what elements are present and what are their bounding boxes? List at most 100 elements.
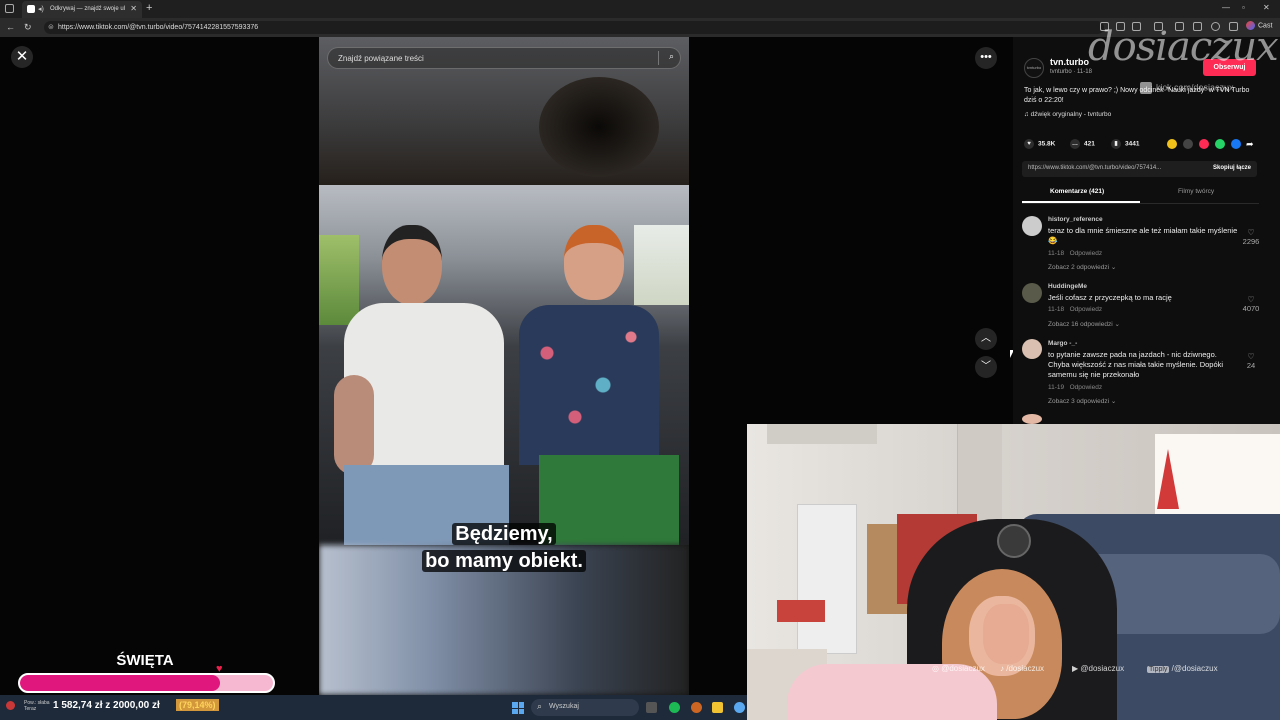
creator-avatar[interactable]: tvnturbo xyxy=(1024,58,1044,78)
comment-text: teraz to dla mnie śmieszne ale też miała… xyxy=(1048,226,1238,245)
goal-percent: (79,14%) xyxy=(176,699,219,711)
heart-icon: ♥ xyxy=(1024,139,1034,149)
maximize-icon[interactable]: ▫ xyxy=(1242,3,1245,12)
instagram-handle: ◎ @dosiaczux xyxy=(932,664,985,673)
view-replies-link[interactable]: Zobacz 3 odpowiedzi ⌄ xyxy=(1048,397,1116,405)
close-tab-icon[interactable]: ✕ xyxy=(130,4,137,13)
heart-icon: ♥ xyxy=(216,663,223,675)
comment-count: 421 xyxy=(1084,140,1095,148)
embed-icon[interactable] xyxy=(1183,139,1193,149)
heart-outline-icon: ♡ xyxy=(1247,228,1255,237)
previous-video-button[interactable]: ︿ xyxy=(975,328,997,350)
comment-button[interactable]: … 421 xyxy=(1070,139,1095,149)
sound-link[interactable]: ♫ dźwięk oryginalny - tvnturbo xyxy=(1024,111,1111,118)
comment-username[interactable]: HuddingeMe xyxy=(1048,283,1087,290)
goal-amount: 1 582,74 zł z 2000,00 zł xyxy=(53,700,160,711)
speaker-icon[interactable]: ◂) xyxy=(38,5,44,13)
url-field[interactable]: ⊜ https://www.tiktok.com/@tvn.turbo/vide… xyxy=(44,21,1104,34)
file-explorer-icon[interactable] xyxy=(712,702,723,713)
like-count: 35.8K xyxy=(1038,140,1056,148)
video-link: https://www.tiktok.com/@tvn.turbo/video/… xyxy=(1028,165,1162,171)
save-button[interactable]: ▮ 3441 xyxy=(1111,139,1139,149)
comment-meta: 11-18 Odpowiedz xyxy=(1048,250,1102,257)
comment-like-button[interactable]: ♡ 4070 xyxy=(1240,295,1262,313)
reply-link[interactable]: Odpowiedz xyxy=(1070,384,1103,391)
spotify-icon[interactable] xyxy=(669,702,680,713)
browser-tab-bar: ◂) Odkrywaj — znajdź swoje ul ✕ + — ▫ ✕ xyxy=(0,0,1280,18)
comment-avatar[interactable] xyxy=(1022,283,1042,303)
weather-line2: Teraz xyxy=(24,706,37,712)
task-view-icon[interactable] xyxy=(646,702,657,713)
driver-figure xyxy=(519,225,689,545)
url-text: https://www.tiktok.com/@tvn.turbo/video/… xyxy=(58,24,259,31)
copy-link-field[interactable]: https://www.tiktok.com/@tvn.turbo/video/… xyxy=(1022,161,1257,177)
app-icon[interactable] xyxy=(691,702,702,713)
like-button[interactable]: ♥ 35.8K xyxy=(1024,139,1055,149)
comment-text: Jeśli cofasz z przyczepką to ma rację xyxy=(1048,293,1172,302)
comment-avatar[interactable] xyxy=(1022,339,1042,359)
comment-avatar[interactable] xyxy=(1022,216,1042,236)
video-player[interactable]: Znajdź powiązane treści ⌕ Będziemy, bo m… xyxy=(319,37,689,695)
creator-username[interactable]: tvn.turbo xyxy=(1050,57,1089,67)
reply-link[interactable]: Odpowiedz xyxy=(1070,250,1103,257)
comment-username[interactable]: Margo -_- xyxy=(1048,340,1077,347)
refresh-icon[interactable]: ↻ xyxy=(24,22,32,33)
search-icon[interactable]: ⌕ xyxy=(658,51,674,65)
close-window-icon[interactable]: ✕ xyxy=(1263,3,1270,12)
comment-avatar[interactable] xyxy=(1022,414,1042,424)
youtube-text: @dosiaczux xyxy=(1080,664,1125,673)
heart-outline-icon: ♡ xyxy=(1247,352,1255,361)
more-options-button[interactable]: ••• xyxy=(975,47,997,69)
comment-meta: 11-18 Odpowiedz xyxy=(1048,306,1102,313)
tipply-badge: Tipply xyxy=(1147,666,1170,673)
next-video-button[interactable]: ﹀ xyxy=(975,356,997,378)
kick-link: kick.com/dosiaczux xyxy=(1140,82,1234,94)
windows-start-icon[interactable] xyxy=(512,702,524,714)
tab-title: Odkrywaj — znajdź swoje ul xyxy=(50,6,126,12)
goal-title: ŚWIĘTA xyxy=(116,652,174,669)
comment-username[interactable]: history_reference xyxy=(1048,216,1103,223)
active-tab-indicator xyxy=(1022,201,1140,203)
close-video-button[interactable]: ✕ xyxy=(11,46,33,68)
minimize-icon[interactable]: — xyxy=(1222,3,1230,12)
comment-text: to pytanie zawsze pada na jazdach - nic … xyxy=(1048,350,1224,379)
tipply-handle: Tipply /@dosiaczux xyxy=(1147,664,1218,673)
heart-outline-icon: ♡ xyxy=(1247,295,1255,304)
coin-icon[interactable] xyxy=(1167,139,1177,149)
facebook-icon[interactable] xyxy=(1231,139,1241,149)
subtitle-line-2: bo mamy obiekt. xyxy=(422,550,586,572)
comment-icon: … xyxy=(1070,139,1080,149)
copy-link-button[interactable]: Skopiuj łącze xyxy=(1213,165,1251,171)
subtitle-line-1: Będziemy, xyxy=(452,523,556,545)
related-search-input[interactable]: Znajdź powiązane treści ⌕ xyxy=(327,47,681,69)
new-tab-icon[interactable]: + xyxy=(146,2,152,14)
view-replies-link[interactable]: Zobacz 16 odpowiedzi ⌄ xyxy=(1048,320,1120,328)
tiktok-text: /dosiaczux xyxy=(1006,664,1045,673)
weather-widget[interactable]: Pow.: słaba Teraz xyxy=(6,700,50,712)
tab-creator-videos[interactable]: Filmy twórcy xyxy=(1178,188,1214,195)
back-icon[interactable]: ← xyxy=(6,22,15,32)
video-subtitle: Będziemy, bo mamy obiekt. xyxy=(319,521,689,575)
settings-icon[interactable] xyxy=(734,702,745,713)
video-frame xyxy=(319,185,689,545)
webcam-overlay: ◎ @dosiaczux ♪ /dosiaczux ▶ @dosiaczux T… xyxy=(747,424,1280,720)
view-replies-link[interactable]: Zobacz 2 odpowiedzi ⌄ xyxy=(1048,263,1116,271)
whatsapp-icon[interactable] xyxy=(1215,139,1225,149)
taskbar-search-input[interactable]: Wyszukaj xyxy=(531,699,639,716)
reply-link[interactable]: Odpowiedz xyxy=(1070,306,1103,313)
goal-progress-bar xyxy=(18,673,275,693)
tab-comments[interactable]: Komentarze (421) xyxy=(1050,188,1104,195)
comment-like-count: 24 xyxy=(1246,361,1256,370)
send-icon[interactable] xyxy=(1199,139,1209,149)
share-icon[interactable]: ➦ xyxy=(1246,139,1256,149)
tab-divider xyxy=(1022,203,1259,204)
site-info-icon[interactable]: ⊜ xyxy=(48,23,54,31)
comment-like-button[interactable]: ♡ 2296 xyxy=(1240,228,1262,246)
search-placeholder: Znajdź powiązane treści xyxy=(338,54,424,63)
comment-like-button[interactable]: ♡ 24 xyxy=(1240,352,1262,370)
creator-handle-date: tvnturbo · 11-18 xyxy=(1050,69,1092,75)
tab-actions-icon[interactable] xyxy=(5,4,14,13)
browser-tab[interactable]: ◂) Odkrywaj — znajdź swoje ul ✕ xyxy=(22,1,142,18)
streamer-watermark: dosiaczux xyxy=(1088,24,1279,70)
tiktok-handle: ♪ /dosiaczux xyxy=(1000,664,1045,673)
